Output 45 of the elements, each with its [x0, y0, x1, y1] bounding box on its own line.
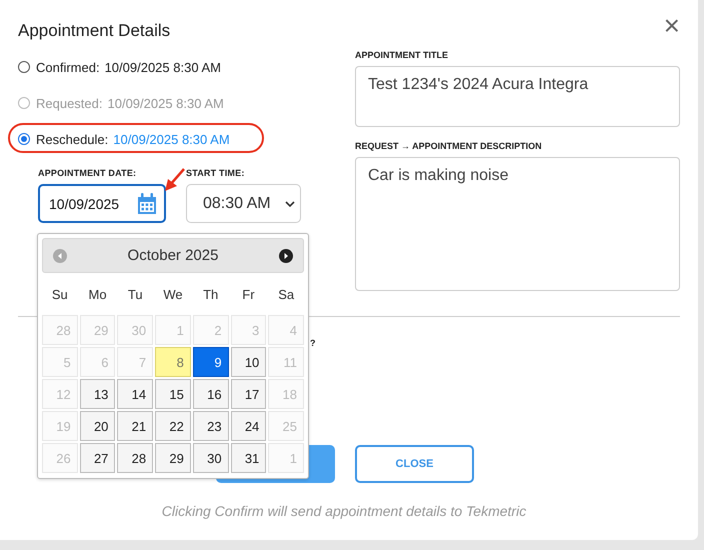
- radio-option[interactable]: Confirmed: 10/09/2025 8:30 AM: [18, 56, 221, 78]
- description-field[interactable]: Car is making noise: [355, 157, 680, 291]
- time-select[interactable]: 08:30 AM: [186, 184, 301, 223]
- weekday-label: Tu: [126, 286, 144, 304]
- weekday-label: Mo: [88, 286, 108, 304]
- month-title: October 2025: [128, 247, 218, 264]
- radio-option[interactable]: Reschedule: 10/09/2025 8:30 AM: [18, 128, 230, 150]
- date-field[interactable]: 10/09/2025: [38, 184, 166, 223]
- calendar-icon[interactable]: [137, 192, 157, 214]
- calendar-day[interactable]: 16: [192, 379, 229, 409]
- next-month-icon[interactable]: [279, 248, 293, 262]
- weekday-label: Th: [202, 286, 220, 304]
- weekday-label: Fr: [241, 286, 256, 304]
- field-label: APPOINTMENT DATE:: [38, 168, 138, 178]
- calendar-day[interactable]: 9: [192, 347, 229, 377]
- weekday-label: Sa: [277, 286, 296, 304]
- calendar-day[interactable]: 13: [80, 379, 116, 409]
- calendar-day[interactable]: 30: [192, 443, 229, 473]
- calendar-day[interactable]: 22: [155, 411, 191, 441]
- calendar-day[interactable]: 17: [230, 379, 266, 409]
- calendar-day[interactable]: 10: [230, 347, 266, 377]
- radio-button[interactable]: [18, 133, 30, 145]
- weekday-label: We: [162, 286, 184, 304]
- annotation-arrow: [163, 167, 187, 193]
- calendar-day[interactable]: 29: [155, 443, 191, 473]
- calendar-day[interactable]: 28: [117, 443, 154, 473]
- calendar-day[interactable]: 23: [192, 411, 229, 441]
- field-label: START TIME:: [186, 168, 246, 178]
- calendar-day[interactable]: 21: [117, 411, 154, 441]
- footnote: Clicking Confirm will send appointment details to Tekmetric: [160, 503, 528, 519]
- calendar-day[interactable]: 31: [230, 443, 266, 473]
- title-field[interactable]: Test 1234's 2024 Acura Integra: [355, 66, 680, 127]
- field-label: APPOINTMENT TITLE: [355, 50, 449, 60]
- field-label: ?: [310, 338, 316, 348]
- dialog-title: Appointment Details: [18, 20, 172, 42]
- calendar-day[interactable]: 15: [155, 379, 191, 409]
- calendar-day[interactable]: 14: [117, 379, 154, 409]
- field-label: REQUEST → APPOINTMENT DESCRIPTION: [355, 141, 543, 151]
- chevron-down-icon[interactable]: [285, 200, 295, 206]
- calendar-day[interactable]: 20: [80, 411, 116, 441]
- calendar-day[interactable]: 24: [230, 411, 266, 441]
- calendar-day[interactable]: 8: [155, 347, 191, 377]
- radio-button[interactable]: [18, 61, 30, 73]
- calendar-day[interactable]: 27: [80, 443, 116, 473]
- weekday-label: Su: [50, 286, 69, 304]
